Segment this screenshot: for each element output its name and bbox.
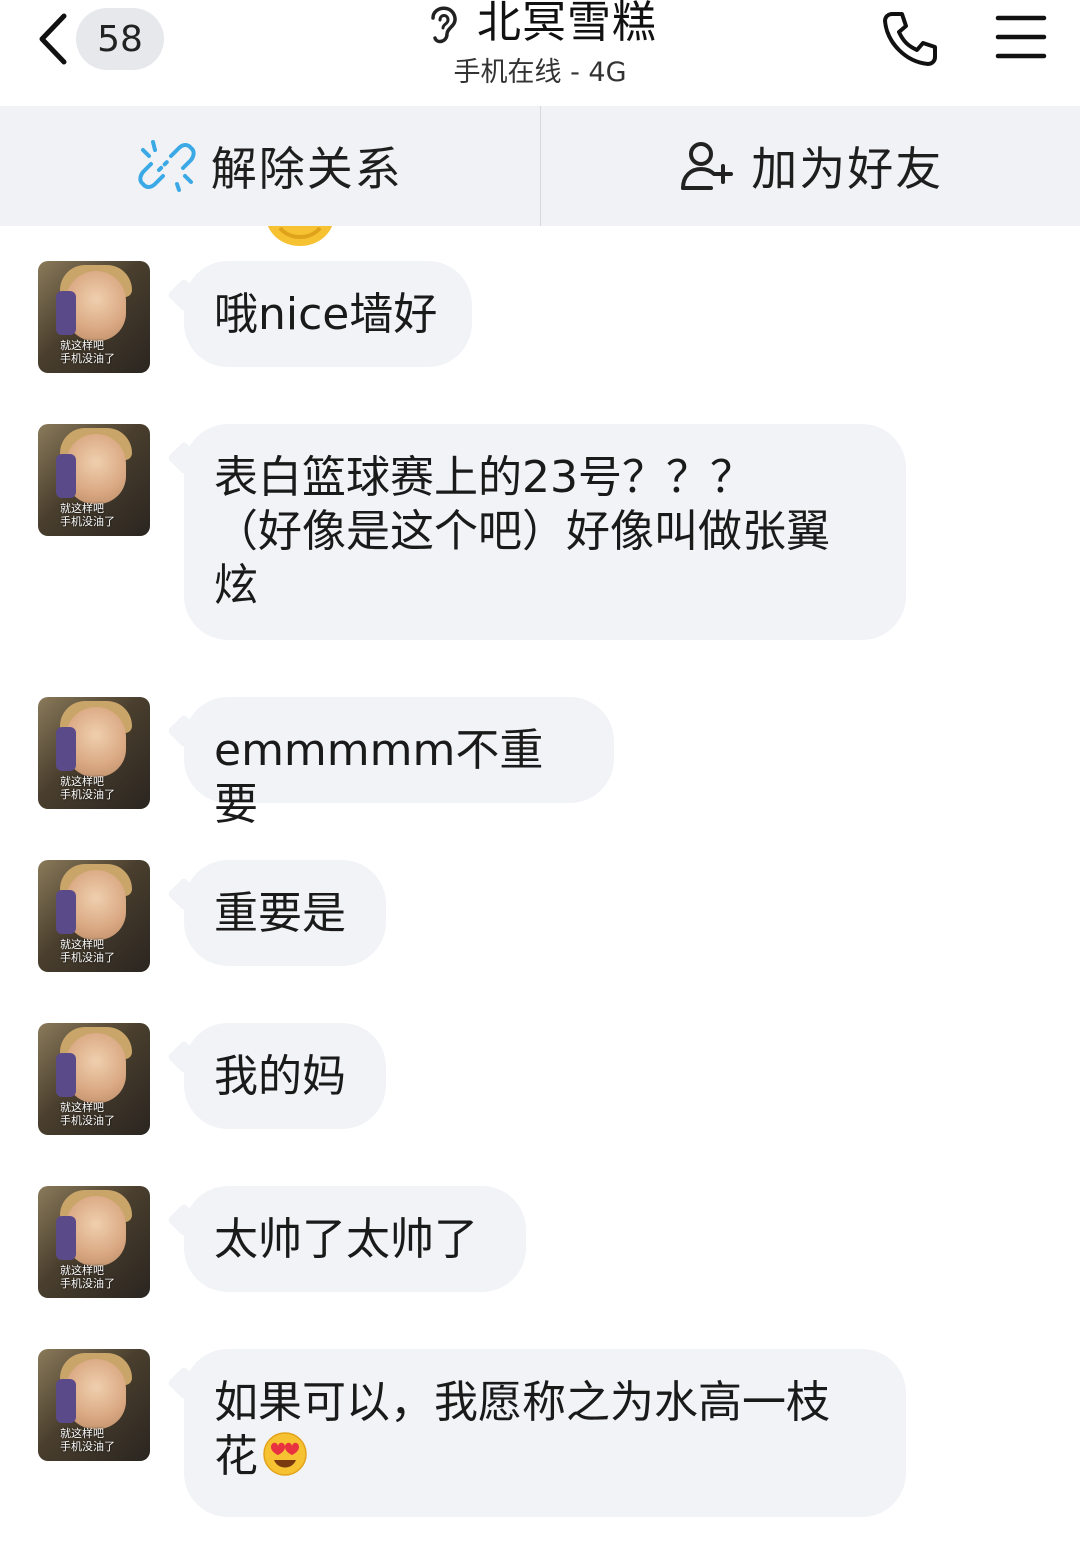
message-bubble[interactable]: 我的妈: [184, 1023, 386, 1129]
avatar[interactable]: 就这样吧 手机没油了: [38, 860, 150, 972]
unlink-button[interactable]: 解除关系: [0, 106, 540, 226]
message-text-line: 如果可以，我愿称之为水高一枝: [214, 1377, 830, 1428]
message-bubble[interactable]: emmmmm不重要: [184, 697, 614, 830]
message-text: emmmmm不重要: [214, 725, 544, 830]
avatar[interactable]: 就这样吧 手机没油了: [38, 1349, 150, 1461]
broken-link-icon: [137, 136, 197, 196]
phone-icon[interactable]: [880, 8, 940, 68]
contact-name: 北冥雪糕: [477, 0, 657, 48]
add-friend-button[interactable]: 加为好友: [541, 106, 1080, 226]
message-text: 太帅了太帅了: [214, 1214, 478, 1265]
avatar[interactable]: 就这样吧 手机没油了: [38, 1186, 150, 1298]
heart-eyes-emoji-icon: [262, 1431, 308, 1477]
message-bubble[interactable]: 重要是: [184, 860, 386, 966]
chat-header: 58 北冥雪糕 手机在线 - 4G: [0, 0, 1080, 106]
message-text-line: 表白篮球赛上的23号？？？: [214, 452, 754, 503]
message-text: 重要是: [214, 888, 346, 939]
message-bubble[interactable]: 太帅了太帅了: [184, 1186, 526, 1292]
message-text-line: （好像是这个吧）好像叫做张翼: [214, 506, 830, 557]
message-text: 我的妈: [214, 1051, 346, 1102]
avatar[interactable]: 就这样吧 手机没油了: [38, 424, 150, 536]
avatar[interactable]: 就这样吧 手机没油了: [38, 1023, 150, 1135]
unlink-label: 解除关系: [210, 142, 403, 196]
message-text-line: 炫: [214, 560, 258, 611]
message-bubble[interactable]: 表白篮球赛上的23号？？？ （好像是这个吧）好像叫做张翼 炫: [184, 424, 906, 640]
message-text: 哦nice墙好: [214, 289, 438, 340]
menu-icon[interactable]: [994, 12, 1048, 62]
add-user-icon: [677, 136, 737, 196]
ear-icon[interactable]: [423, 0, 463, 46]
message-list[interactable]: 就这样吧 手机没油了 哦nice墙好 就这样吧 手机没油了 表白篮球赛上的23号？？…: [0, 226, 1080, 1564]
relationship-action-bar: 解除关系 加为好友: [0, 106, 1080, 226]
add-friend-label: 加为好友: [751, 142, 944, 196]
message-bubble[interactable]: 如果可以，我愿称之为水高一枝 花: [184, 1349, 906, 1517]
message-bubble[interactable]: 哦nice墙好: [184, 261, 472, 367]
message-text-line: 花: [214, 1431, 258, 1482]
avatar[interactable]: 就这样吧 手机没油了: [38, 697, 150, 809]
avatar[interactable]: 就这样吧 手机没油了: [38, 261, 150, 373]
partial-emoji-icon: [262, 226, 338, 258]
